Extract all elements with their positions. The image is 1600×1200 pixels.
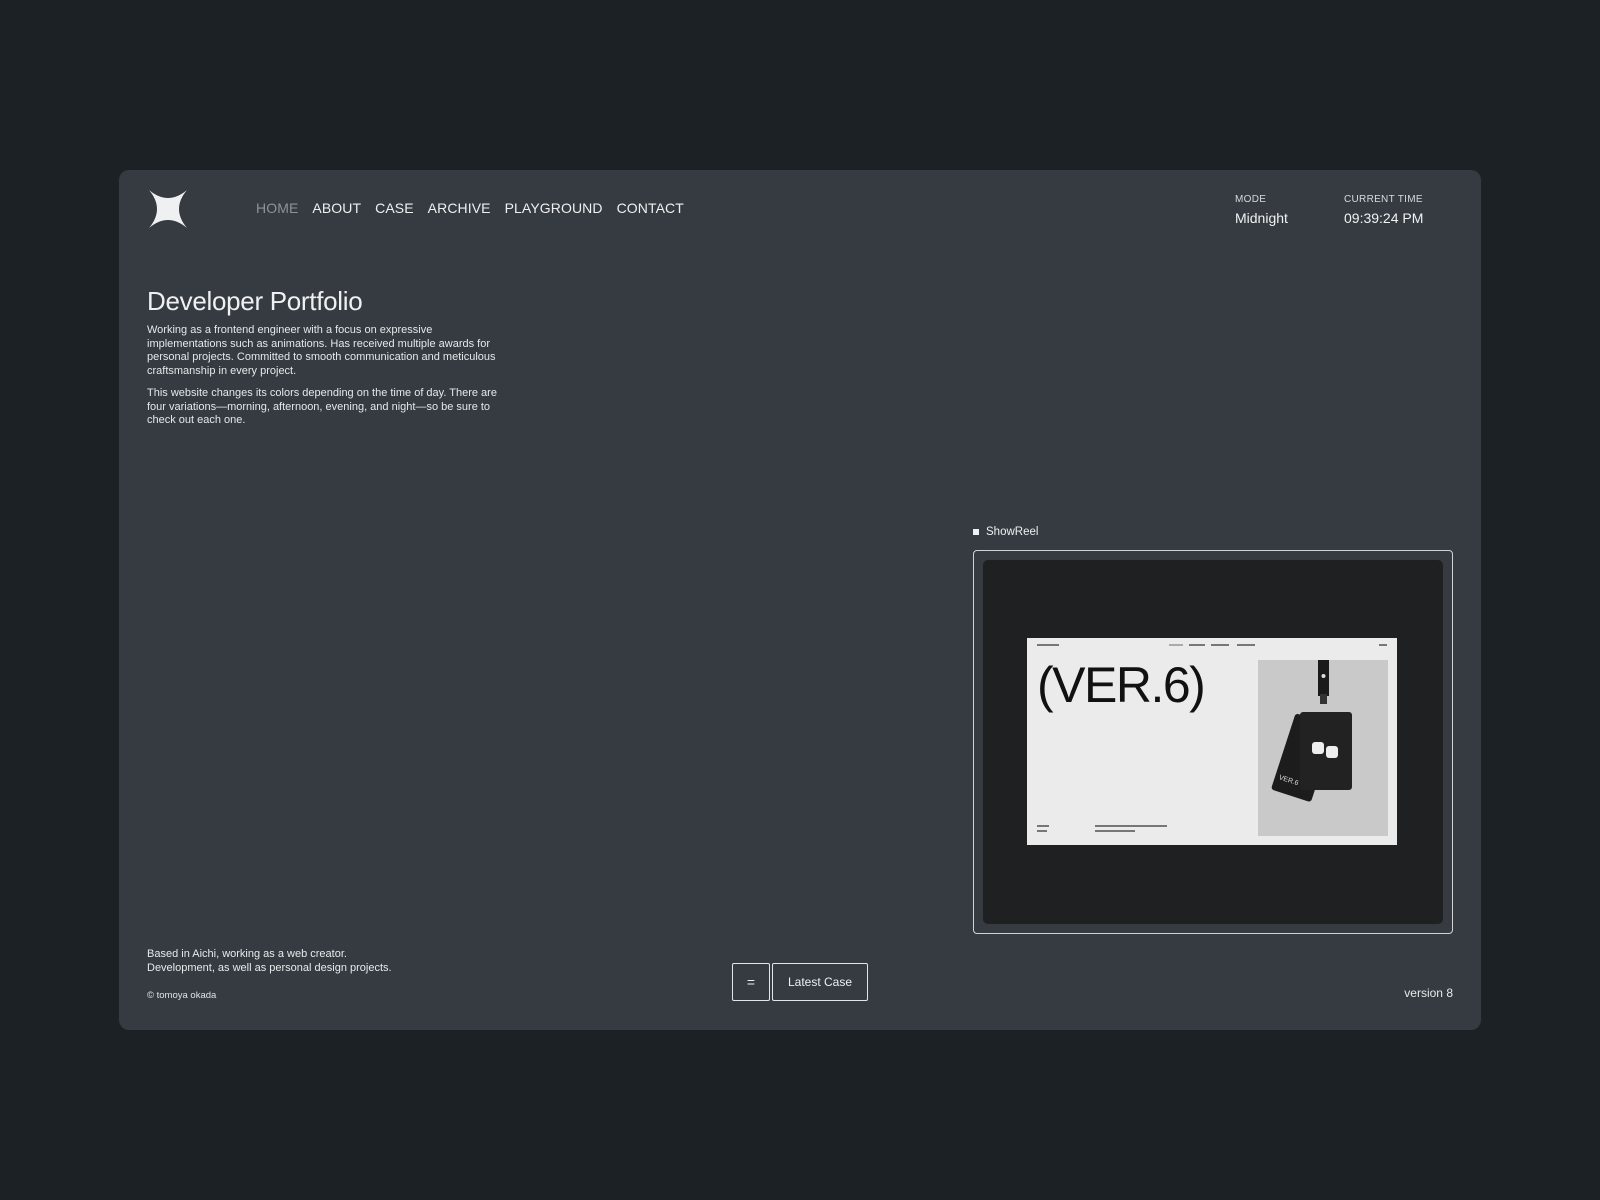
nav-case[interactable]: CASE: [375, 200, 414, 216]
main-nav: HOME ABOUT CASE ARCHIVE PLAYGROUND CONTA…: [256, 200, 684, 216]
badge-photo: VER.6: [1258, 660, 1388, 836]
nav-contact[interactable]: CONTACT: [617, 200, 684, 216]
id-badge-icon: VER.6: [1271, 660, 1352, 802]
thumbnail-title: (VER.6): [1037, 657, 1206, 713]
page-title: Developer Portfolio: [147, 286, 363, 316]
mode-label: MODE: [1235, 194, 1267, 205]
showreel-label: ShowReel: [986, 526, 1039, 538]
thumbnail-footer: [1037, 825, 1237, 837]
menu-icon: =: [746, 974, 756, 990]
nav-playground[interactable]: PLAYGROUND: [505, 200, 603, 216]
square-bullet-icon: [973, 529, 979, 535]
color-note-paragraph: This website changes its colors dependin…: [147, 387, 497, 427]
copyright: © tomoya okada: [147, 990, 217, 1001]
showreel-player[interactable]: (VER.6) VER.6: [973, 550, 1453, 934]
bio-text: Based in Aichi, working as a web creator…: [147, 948, 392, 975]
mode-value: Midnight: [1235, 210, 1288, 226]
thumbnail-header: [1037, 643, 1387, 648]
bio-line-1: Based in Aichi, working as a web creator…: [147, 948, 347, 960]
current-time-value: 09:39:24 PM: [1344, 210, 1424, 226]
current-time-label: CURRENT TIME: [1344, 194, 1423, 205]
nav-about[interactable]: ABOUT: [312, 200, 361, 216]
current-time-indicator: CURRENT TIME 09:39:24 PM: [1344, 194, 1423, 226]
main-card: HOME ABOUT CASE ARCHIVE PLAYGROUND CONTA…: [119, 170, 1481, 1030]
nav-archive[interactable]: ARCHIVE: [428, 200, 491, 216]
mode-indicator: MODE Midnight: [1235, 194, 1288, 226]
menu-button[interactable]: =: [732, 963, 770, 1001]
nav-home[interactable]: HOME: [256, 200, 298, 216]
intro-paragraph: Working as a frontend engineer with a fo…: [147, 324, 496, 377]
latest-case-button[interactable]: Latest Case: [772, 963, 868, 1001]
star-logo-icon[interactable]: [147, 188, 189, 230]
showreel-video[interactable]: (VER.6) VER.6: [983, 560, 1443, 924]
showreel-thumbnail: (VER.6) VER.6: [1027, 638, 1397, 845]
version-label: version 8: [1404, 986, 1453, 1000]
showreel-heading: ShowReel: [973, 526, 1038, 538]
bio-line-2: Development, as well as personal design …: [147, 961, 392, 974]
